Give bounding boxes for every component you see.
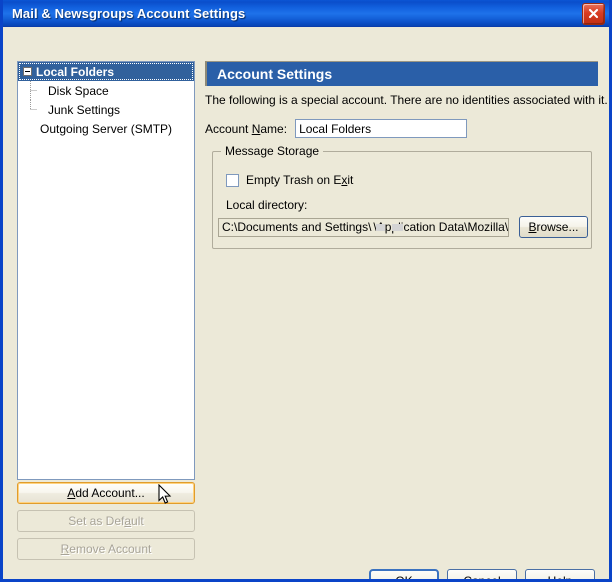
help-label: elp (556, 573, 573, 582)
tree-item-local-folders[interactable]: Local Folders (18, 62, 194, 81)
set-as-default-button[interactable]: Set as Default (17, 510, 195, 532)
account-name-row: Account Name: (205, 119, 468, 138)
message-storage-group: Message Storage Empty Trash on Exit Loca… (212, 144, 592, 249)
panel-title: Account Settings (217, 66, 333, 82)
close-icon[interactable] (582, 3, 605, 25)
ok-button[interactable]: OK (369, 569, 439, 579)
tree-item-label: Local Folders (36, 64, 115, 79)
empty-trash-checkbox[interactable] (226, 173, 239, 187)
cancel-button[interactable]: Cancel (447, 569, 517, 579)
tree-item-outgoing-server[interactable]: Outgoing Server (SMTP) (18, 119, 194, 138)
help-button[interactable]: Help (525, 569, 595, 582)
message-storage-legend: Message Storage (221, 144, 324, 158)
title-bar: Mail & Newsgroups Account Settings (3, 0, 609, 27)
browse-label: rowse... (536, 220, 579, 234)
tree-line-icon (30, 100, 37, 110)
local-directory-input[interactable]: C:\Documents and Settings\ \Application D… (218, 217, 509, 237)
add-account-label: dd Account... (75, 486, 145, 500)
tree-item-label: Outgoing Server (SMTP) (40, 121, 173, 136)
empty-trash-label: Empty Trash on Exit (246, 173, 354, 187)
minus-expander-icon[interactable] (23, 67, 32, 76)
add-account-button[interactable]: Add Account... (17, 482, 195, 504)
accounts-tree[interactable]: Local Folders Disk Space Junk Settings O… (17, 61, 195, 480)
local-directory-label: Local directory: (226, 198, 308, 212)
remove-account-button[interactable]: Remove Account (17, 538, 195, 560)
account-name-input[interactable] (295, 119, 468, 138)
tree-item-label: Disk Space (48, 83, 109, 98)
account-name-label: Account Name: (205, 121, 288, 136)
set-as-default-label: Set as Default (68, 514, 144, 528)
local-directory-row: C:\Documents and Settings\ \Application D… (218, 216, 588, 238)
panel-description: The following is a special account. Ther… (205, 93, 608, 107)
tree-line-icon (30, 81, 37, 100)
client-area: Local Folders Disk Space Junk Settings O… (3, 27, 609, 582)
browse-button[interactable]: Browse... (518, 216, 588, 238)
tree-item-disk-space[interactable]: Disk Space (18, 81, 194, 100)
tree-item-junk-settings[interactable]: Junk Settings (18, 100, 194, 119)
remove-account-label: Remove Account (60, 542, 152, 556)
tree-item-label: Junk Settings (48, 102, 121, 117)
local-directory-prefix: C:\Documents and Settings\ (222, 220, 372, 234)
panel-header: Account Settings (205, 61, 598, 86)
account-settings-window: Mail & Newsgroups Account Settings Local… (0, 0, 612, 582)
window-title: Mail & Newsgroups Account Settings (12, 5, 246, 21)
empty-trash-row[interactable]: Empty Trash on Exit (226, 173, 353, 187)
